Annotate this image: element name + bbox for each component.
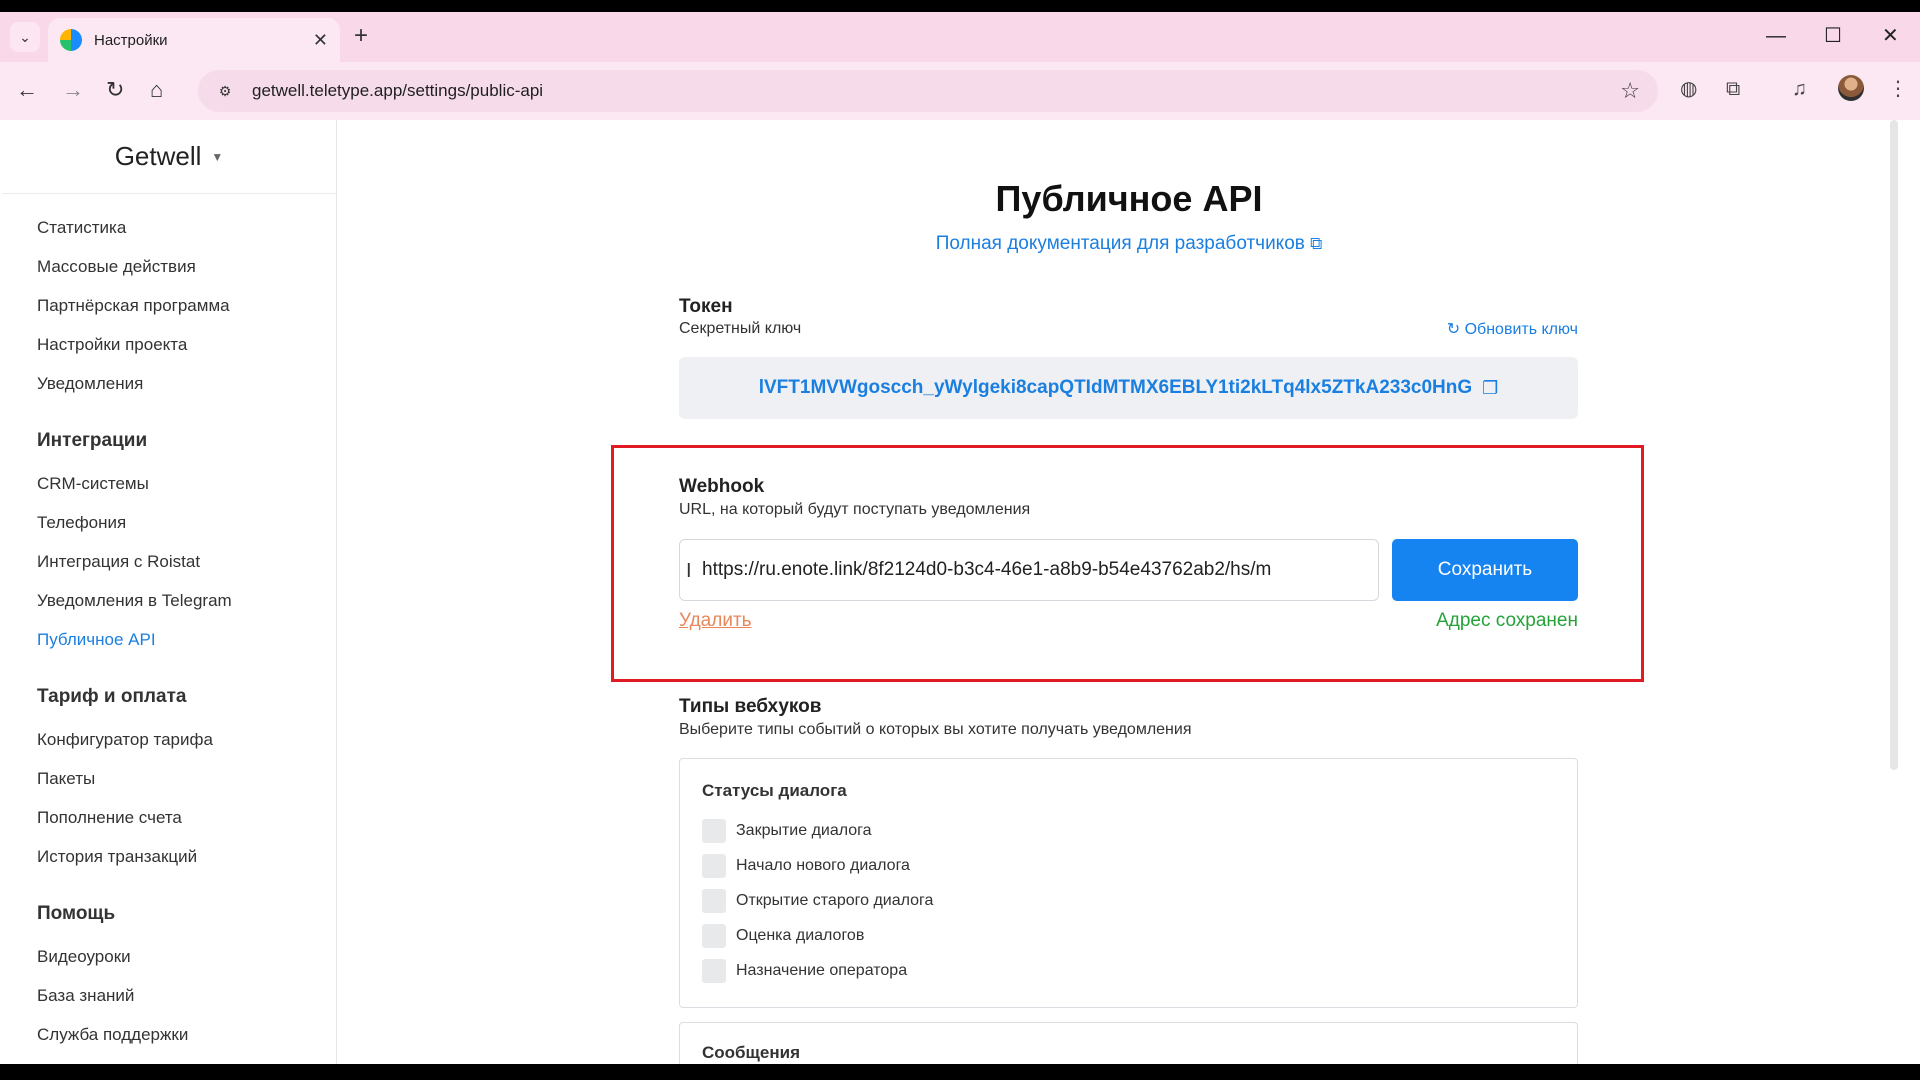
checkbox-label: Назначение оператора: [736, 962, 908, 979]
refresh-icon: ↻: [1446, 321, 1461, 338]
sidebar-item-partner-program[interactable]: Партнёрская программа: [37, 286, 336, 325]
sidebar-item-public-api[interactable]: Публичное API: [37, 620, 336, 659]
messages-title: Сообщения: [702, 1043, 800, 1062]
close-window-icon[interactable]: ✕: [1882, 24, 1899, 48]
sidebar-item-transactions[interactable]: История транзакций: [37, 837, 336, 876]
dialog-statuses-title: Статусы диалога: [702, 781, 847, 800]
sidebar-item-roistat[interactable]: Интеграция с Roistat: [37, 542, 336, 581]
checkbox-row[interactable]: Закрытие диалога: [702, 818, 872, 844]
token-subtitle: Секретный ключ: [679, 320, 802, 337]
new-tab-icon[interactable]: +: [354, 24, 368, 48]
webhook-url-input[interactable]: [679, 539, 1379, 601]
tab-search-icon[interactable]: ⌄: [10, 22, 40, 52]
sidebar-item-support[interactable]: Служба поддержки: [37, 1015, 336, 1054]
dialog-statuses-group: Статусы диалога Закрытие диалога Начало …: [679, 758, 1578, 1008]
refresh-key-button[interactable]: ↻ Обновить ключ: [1428, 319, 1578, 339]
checkbox-row[interactable]: Начало нового диалога: [702, 853, 910, 879]
saved-status: Адрес сохранен: [1436, 610, 1578, 631]
page: Getwell ▼ Статистика Массовые действия П…: [0, 120, 1920, 1064]
tab-close-icon[interactable]: ✕: [313, 30, 328, 51]
back-icon[interactable]: ←: [16, 78, 38, 102]
sidebar-section-billing: Тариф и оплата: [37, 686, 187, 707]
maximize-icon[interactable]: ☐: [1824, 24, 1842, 48]
copy-icon[interactable]: ❐: [1482, 378, 1498, 399]
sidebar-item-tariff-config[interactable]: Конфигуратор тарифа: [37, 720, 336, 759]
webhook-types-title: Типы вебхуков: [679, 696, 822, 717]
tab-title: Настройки: [94, 31, 168, 49]
checkbox-label: Открытие старого диалога: [736, 892, 934, 909]
caret-down-icon: ▼: [211, 149, 224, 164]
project-switcher[interactable]: Getwell ▼: [2, 120, 336, 194]
delete-link[interactable]: Удалить: [679, 610, 752, 632]
browser-chrome: ⌄ Настройки ✕ + — ☐ ✕ ← → ↻ ⌂ ⚙ getwell.…: [0, 12, 1920, 120]
page-title: Публичное API: [995, 178, 1263, 219]
token-value: lVFT1MVWgoscch_yWylgeki8capQTIdMTMX6EBLY…: [758, 377, 1473, 398]
brand-name: Getwell: [114, 141, 202, 171]
sidebar-item-crm[interactable]: CRM-системы: [37, 464, 336, 503]
address-bar[interactable]: ⚙ getwell.teletype.app/settings/public-a…: [198, 70, 1658, 112]
main-content: Публичное API Полная документация для ра…: [338, 120, 1900, 1064]
home-icon[interactable]: ⌂: [150, 78, 163, 102]
text-cursor-icon: I: [686, 560, 692, 582]
sidebar-item-packages[interactable]: Пакеты: [37, 759, 336, 798]
checkbox-assign-operator[interactable]: [702, 959, 726, 983]
refresh-key-label: Обновить ключ: [1464, 321, 1578, 338]
checkbox-reopen-dialog[interactable]: [702, 889, 726, 913]
media-controls-icon[interactable]: ♫: [1792, 77, 1807, 101]
token-title: Токен: [679, 296, 733, 317]
sidebar-section-help: Помощь: [37, 903, 116, 924]
checkbox-row[interactable]: Открытие старого диалога: [702, 888, 933, 914]
checkbox-new-dialog[interactable]: [702, 854, 726, 878]
checkbox-row[interactable]: Оценка диалогов: [702, 923, 864, 949]
token-box[interactable]: lVFT1MVWgoscch_yWylgeki8capQTIdMTMX6EBLY…: [679, 357, 1578, 419]
sidebar-item-notifications[interactable]: Уведомления: [37, 364, 336, 403]
sidebar-item-project-settings[interactable]: Настройки проекта: [37, 325, 336, 364]
url-text: getwell.teletype.app/settings/public-api: [252, 81, 544, 100]
webhook-types-subtitle: Выберите типы событий о которых вы хотит…: [679, 721, 1192, 738]
translate-icon[interactable]: ◍: [1680, 77, 1697, 101]
sidebar-item-telephony[interactable]: Телефония: [37, 503, 336, 542]
sidebar: Getwell ▼ Статистика Массовые действия П…: [0, 120, 337, 1064]
docs-link-label: Полная документация для разработчиков: [935, 233, 1305, 254]
sidebar-item-bulk-actions[interactable]: Массовые действия: [37, 247, 336, 286]
checkbox-rating[interactable]: [702, 924, 726, 948]
checkbox-label: Оценка диалогов: [736, 927, 865, 944]
sidebar-item-knowledge-base[interactable]: База знаний: [37, 976, 336, 1015]
sidebar-item-top-up[interactable]: Пополнение счета: [37, 798, 336, 837]
bookmark-star-icon[interactable]: ☆: [1620, 78, 1640, 104]
sidebar-menu: Статистика Массовые действия Партнёрская…: [0, 194, 336, 1054]
checkbox-row[interactable]: Назначение оператора: [702, 958, 907, 984]
extensions-icon[interactable]: ⧉: [1726, 77, 1740, 101]
forward-icon[interactable]: →: [62, 78, 84, 102]
external-link-icon: ⧉: [1310, 234, 1323, 253]
sidebar-item-telegram[interactable]: Уведомления в Telegram: [37, 581, 336, 620]
sidebar-item-statistics[interactable]: Статистика: [37, 208, 336, 247]
checkbox-label: Закрытие диалога: [736, 822, 872, 839]
page-scrollbar[interactable]: [1890, 120, 1898, 770]
save-button[interactable]: Сохранить: [1392, 539, 1578, 601]
messages-group: Сообщения: [679, 1022, 1578, 1064]
minimize-icon[interactable]: —: [1766, 24, 1786, 48]
checkbox-label: Начало нового диалога: [736, 857, 910, 874]
webhook-subtitle: URL, на который будут поступать уведомле…: [679, 501, 1031, 518]
site-info-icon[interactable]: ⚙: [210, 76, 240, 106]
webhook-title: Webhook: [679, 476, 765, 497]
teletype-favicon-icon: [60, 29, 82, 51]
docs-link[interactable]: Полная документация для разработчиков ⧉: [338, 233, 1920, 255]
reload-icon[interactable]: ↻: [106, 78, 124, 102]
checkbox-close-dialog[interactable]: [702, 819, 726, 843]
sidebar-section-integrations: Интеграции: [37, 430, 148, 451]
profile-avatar[interactable]: [1838, 75, 1864, 101]
browser-tab[interactable]: Настройки ✕: [48, 18, 340, 62]
sidebar-item-video-lessons[interactable]: Видеоуроки: [37, 937, 336, 976]
tab-strip: ⌄ Настройки ✕ + — ☐ ✕: [0, 12, 1920, 62]
menu-kebab-icon[interactable]: ⋮: [1888, 77, 1908, 101]
browser-toolbar: ← → ↻ ⌂ ⚙ getwell.teletype.app/settings/…: [0, 62, 1920, 120]
